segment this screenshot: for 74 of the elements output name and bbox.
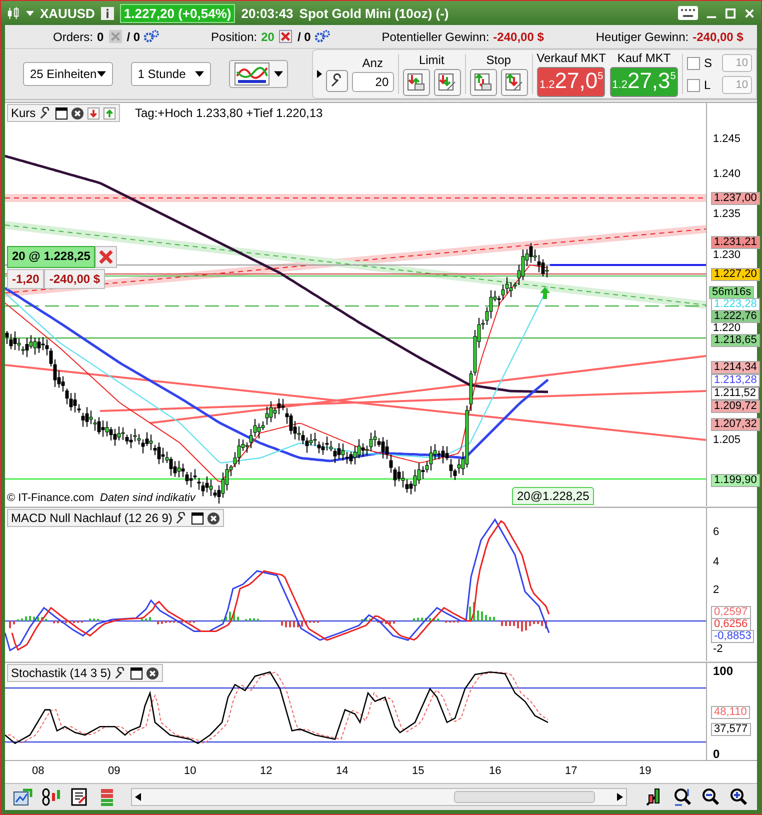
- price-tag: 1.231,21: [711, 236, 760, 249]
- day-high-low-text: Tag:+Hoch 1.233,80 +Tief 1.220,13: [135, 106, 323, 120]
- price-tag: 1.209,72: [711, 400, 760, 413]
- sell-market-button[interactable]: 1.227,0$^{5}$: [537, 67, 606, 97]
- value-tag: 48,110: [711, 706, 750, 719]
- symbol-name: XAUUSD: [40, 6, 95, 20]
- potential-profit-value: -240,00 $: [493, 30, 544, 44]
- position-tag[interactable]: 20 @ 1.228,25: [7, 246, 96, 268]
- price-tag: 1.211,52: [711, 387, 760, 400]
- orders-pending: / 0: [126, 30, 140, 44]
- axis-tick-label: 6: [713, 526, 720, 538]
- position-count: 20: [261, 30, 274, 44]
- price-tag: 1.214,34: [711, 361, 760, 374]
- position-pending: / 0: [297, 30, 311, 44]
- quantity-field[interactable]: 20: [352, 72, 394, 92]
- order-marker[interactable]: 20@1.228,25: [512, 487, 594, 505]
- axis-tick-label: 1.245: [713, 133, 741, 145]
- pane-title: Kurs: [11, 106, 36, 120]
- position-points: -1,20: [7, 269, 44, 289]
- price-tag: 1.222,76: [711, 310, 760, 323]
- position-label: Position:: [211, 30, 258, 44]
- orders-count: 0: [97, 30, 104, 44]
- price-change-badge: 1.227,20 (+0,54%): [120, 4, 236, 22]
- date-label: 12: [260, 765, 272, 777]
- axis-tick-label: 1.230: [713, 249, 741, 261]
- value-tag: 0,6256: [711, 618, 751, 631]
- daily-profit-value: -240,00 $: [692, 30, 744, 44]
- interval-dropdown[interactable]: 1 Stunde: [130, 62, 211, 86]
- date-label: 19: [639, 765, 652, 777]
- stop-label: Stop: [486, 52, 511, 66]
- axis-tick-label: -2: [713, 643, 723, 655]
- buy-market-label: Kauf MKT: [617, 51, 671, 65]
- units-dropdown[interactable]: 25 Einheiten: [23, 62, 113, 86]
- axis-tick-label: 1.240: [713, 168, 741, 180]
- price-tag: 1.237,00: [711, 192, 760, 205]
- axis-tick-label: 1.205: [713, 434, 741, 446]
- position-pnl: -240,00 $: [44, 269, 106, 289]
- pane-title: MACD Null Nachlauf (12 26 9): [11, 511, 172, 525]
- checkbox-label: S: [704, 56, 714, 70]
- quantity-label: Anz: [362, 56, 383, 70]
- axis-tick-label: 0: [713, 747, 720, 761]
- price-tag: 1.199,90: [711, 474, 760, 487]
- date-label: 15: [412, 765, 424, 777]
- instrument-name: Spot Gold Mini (10oz) (-): [299, 6, 449, 20]
- axis-tick-label: 100: [713, 664, 734, 678]
- date-label: 16: [489, 765, 502, 777]
- orders-label: Orders:: [53, 30, 94, 44]
- limit-label: Limit: [418, 52, 444, 66]
- value-tag: -0,8853: [711, 630, 754, 643]
- date-label: 08: [32, 765, 44, 777]
- date-label: 17: [565, 765, 578, 777]
- price-tag: 1.213,28: [711, 374, 760, 387]
- copyright-text: © IT-Finance.com: [7, 492, 94, 504]
- checkbox-label: L: [704, 78, 712, 92]
- price-tag: 1.207,32: [711, 418, 760, 431]
- pane-title: Stochastik (14 3 5): [11, 666, 112, 680]
- date-label: 09: [108, 765, 120, 777]
- price-tag: 56m16s: [709, 286, 754, 299]
- value-tag: 37,577: [711, 723, 751, 736]
- axis-tick-label: 1.235: [713, 208, 741, 220]
- axis-tick-label: 2: [713, 584, 720, 596]
- disclaimer-text: Daten sind indikativ: [100, 492, 196, 504]
- potential-profit-label: Potentieller Gewinn:: [382, 30, 490, 44]
- price-tag: 1.223,28: [711, 298, 760, 311]
- daily-profit-label: Heutiger Gewinn:: [596, 30, 689, 44]
- date-label: 10: [184, 765, 196, 777]
- clock-time: 20:03:43: [241, 6, 294, 20]
- axis-tick-label: 1.220: [713, 322, 741, 334]
- sell-market-label: Verkauf MKT: [536, 51, 606, 65]
- price-tag: 1.218,65: [711, 334, 760, 347]
- price-tag: 1.227,20: [711, 268, 760, 281]
- date-label: 14: [336, 765, 348, 777]
- value-tag: 0,2597: [711, 606, 751, 619]
- axis-tick-label: 4: [713, 556, 720, 568]
